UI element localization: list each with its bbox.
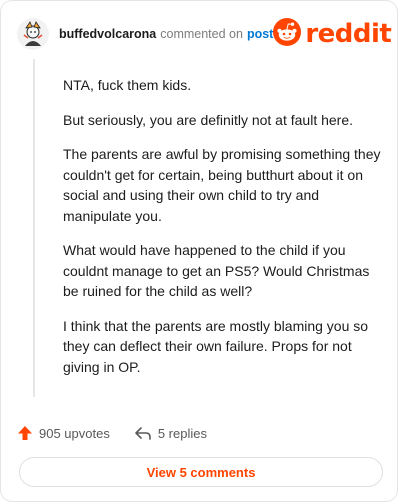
replies-button[interactable]: 5 replies <box>134 425 207 441</box>
byline-meta: commented on <box>160 27 243 41</box>
reddit-snoo-icon <box>273 17 302 51</box>
comment-paragraph: I think that the parents are mostly blam… <box>63 317 369 375</box>
reply-arrow-icon <box>134 425 152 441</box>
byline: buffedvolcarona commented on post <box>59 27 273 41</box>
comment-paragraph: NTA, fuck them kids. <box>63 77 192 93</box>
reply-count: 5 replies <box>157 425 207 441</box>
comment-paragraph: The parents are awful by promising somet… <box>63 146 381 224</box>
comment-body: NTA, fuck them kids. But seriously, you … <box>63 75 381 391</box>
upvote-count: 905 upvotes <box>39 425 110 441</box>
upvote-arrow-icon <box>17 425 33 441</box>
view-comments-button[interactable]: View 5 comments <box>19 457 383 487</box>
comment-paragraph: But seriously, you are definitly not at … <box>63 111 354 128</box>
comment-card: buffedvolcarona commented on post reddit <box>0 0 398 502</box>
comment-actions: 905 upvotes 5 replies <box>17 421 381 445</box>
upvote-button[interactable]: 905 upvotes <box>17 425 110 441</box>
reddit-logo[interactable]: reddit <box>273 17 392 51</box>
avatar[interactable] <box>17 18 49 50</box>
thread-line[interactable] <box>33 59 35 397</box>
comment-header: buffedvolcarona commented on post reddit <box>17 16 392 52</box>
reddit-wordmark: reddit <box>305 19 392 49</box>
comment-paragraph: What would have happened to the child if… <box>63 242 370 299</box>
post-link[interactable]: post <box>247 27 273 41</box>
username[interactable]: buffedvolcarona <box>59 27 156 41</box>
